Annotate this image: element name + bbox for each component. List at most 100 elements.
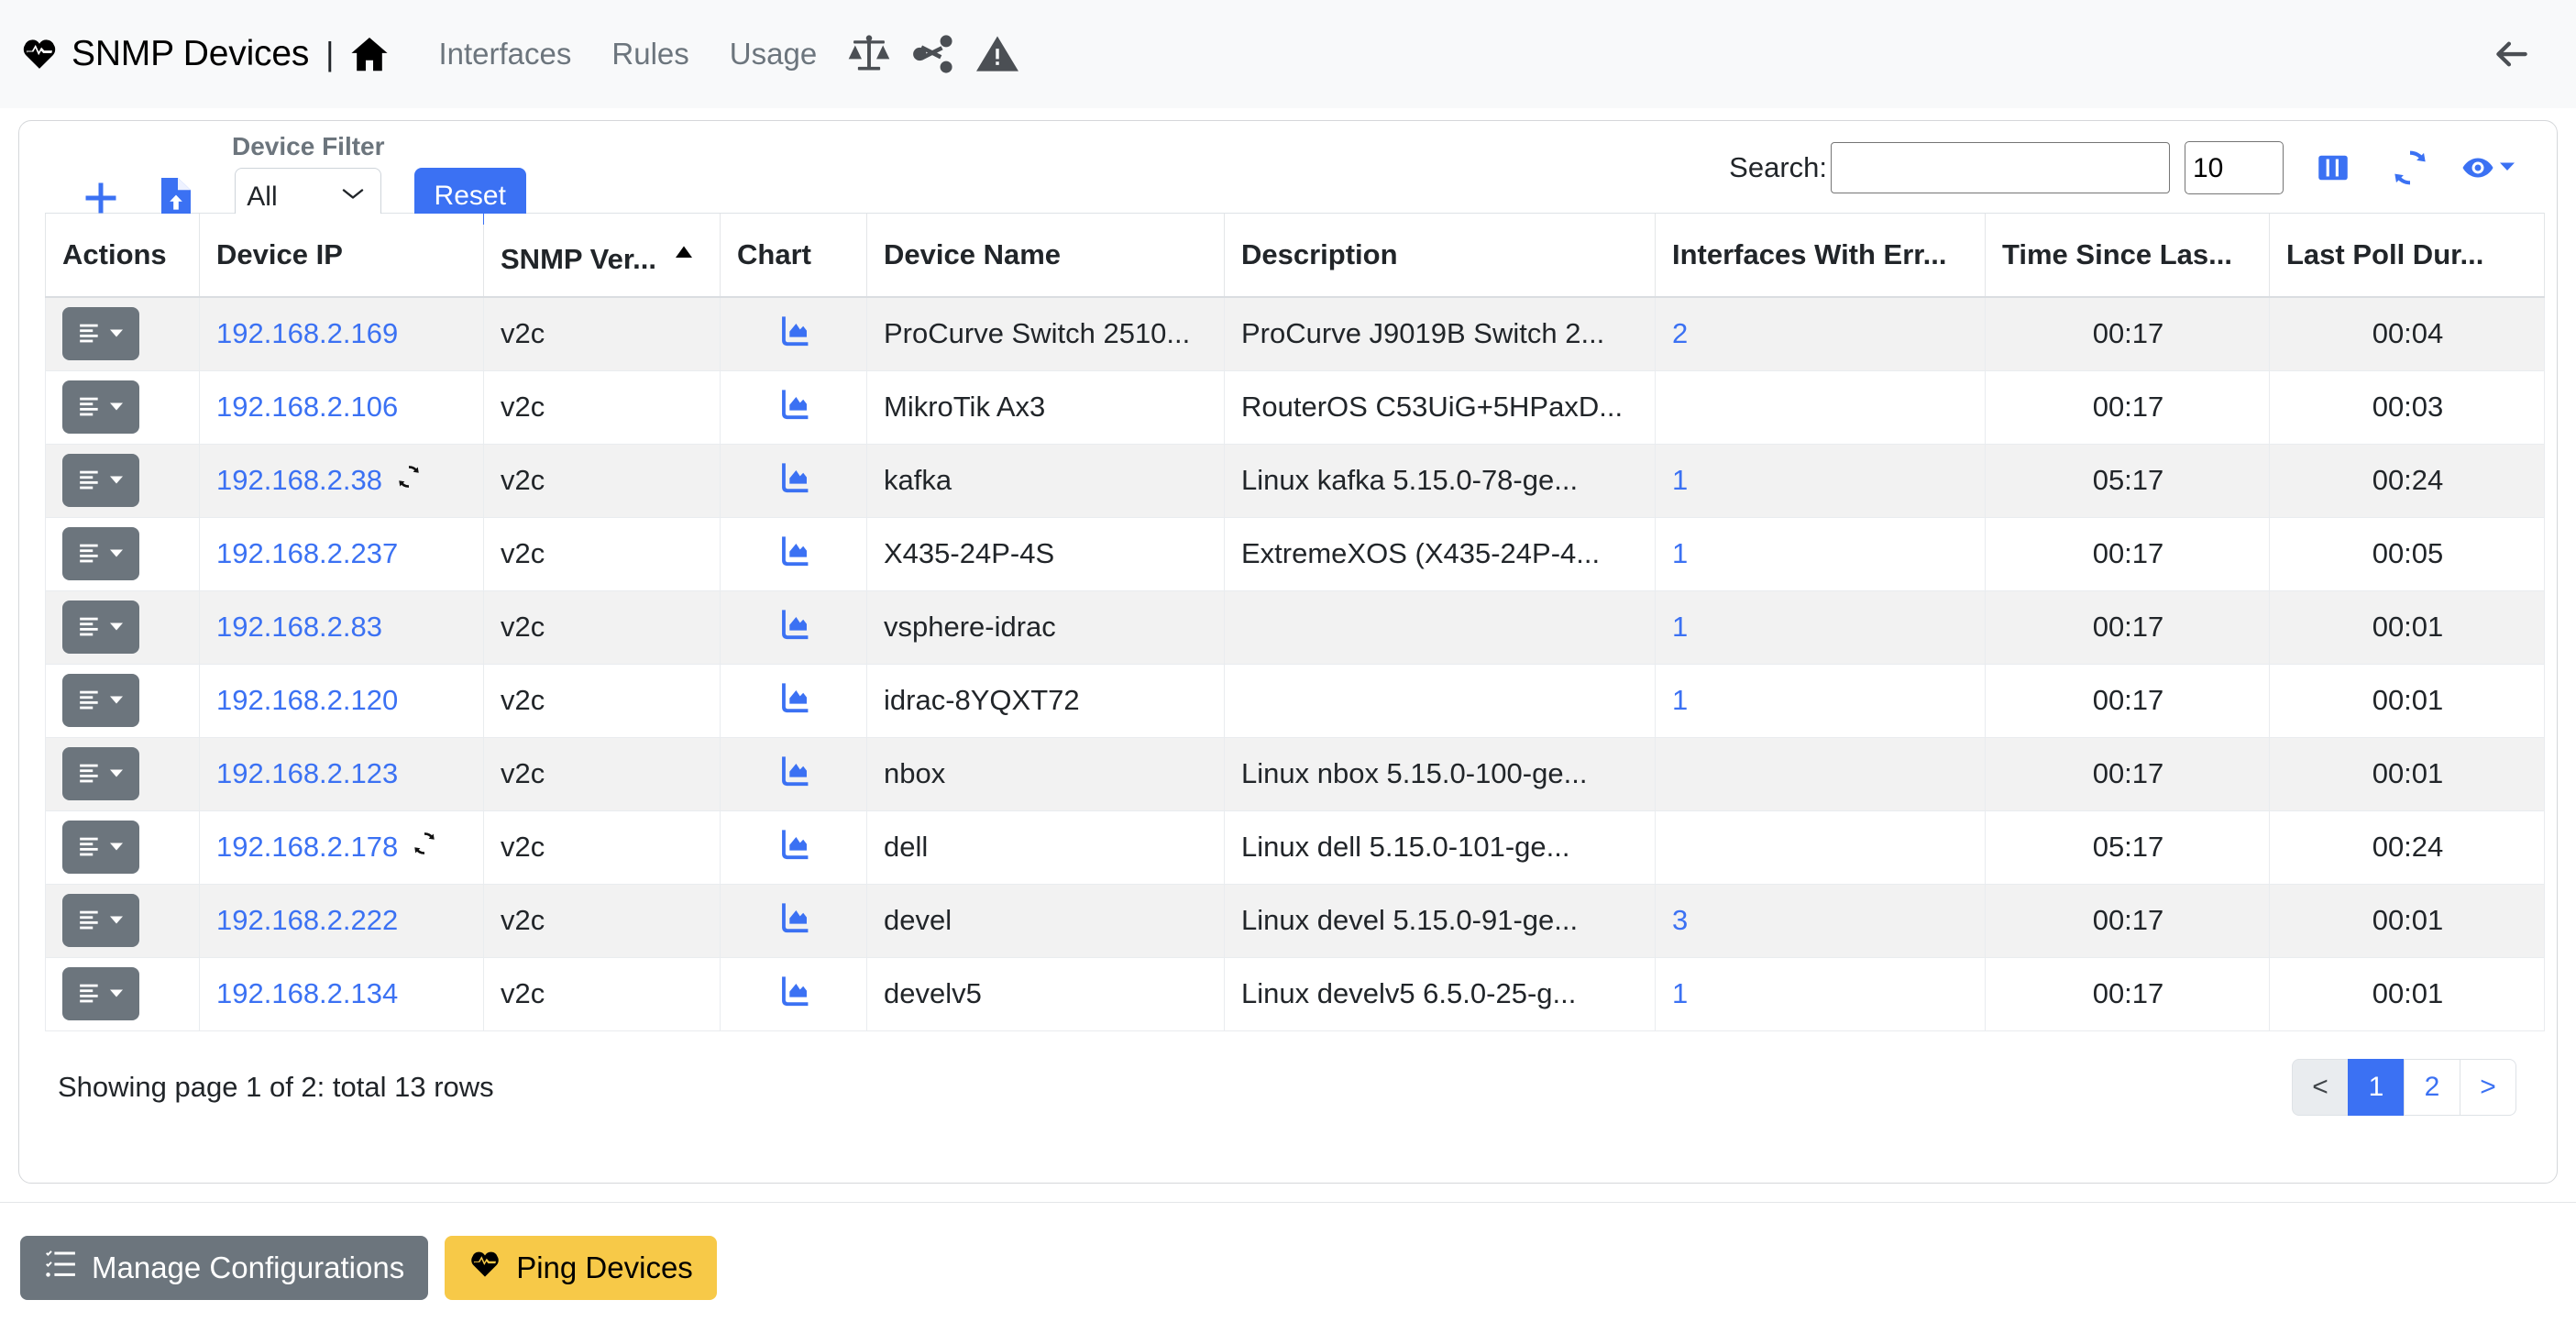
chart-icon[interactable] <box>777 316 812 354</box>
row-actions-button[interactable] <box>62 380 139 434</box>
device-ip-link[interactable]: 192.168.2.237 <box>216 537 398 570</box>
interface-errors-link[interactable]: 1 <box>1672 537 1688 569</box>
cell-actions <box>45 810 200 885</box>
cell-snmp-version: v2c <box>483 370 721 445</box>
manage-configurations-button[interactable]: Manage Configurations <box>20 1236 429 1300</box>
chart-icon[interactable] <box>777 390 812 427</box>
column-header-description[interactable]: Description <box>1224 213 1656 298</box>
sync-icon[interactable] <box>411 830 438 865</box>
home-icon[interactable] <box>348 33 391 75</box>
devices-table-wrap: Actions Device IP SNMP Ver... Chart Devi… <box>19 213 2557 1031</box>
column-header-snmp-version[interactable]: SNMP Ver... <box>483 213 721 298</box>
cell-actions <box>45 444 200 518</box>
sync-icon[interactable] <box>395 463 423 498</box>
column-header-last-poll-duration[interactable]: Last Poll Dur... <box>2269 213 2545 298</box>
cell-interfaces-with-errors: 1 <box>1655 957 1986 1031</box>
refresh-icon[interactable] <box>2383 141 2438 194</box>
chart-icon[interactable] <box>777 976 812 1014</box>
nav-link-interfaces[interactable]: Interfaces <box>418 37 591 72</box>
cell-snmp-version: v2c <box>483 884 721 958</box>
balance-scale-icon[interactable] <box>842 28 896 81</box>
interface-errors-link[interactable]: 3 <box>1672 904 1688 936</box>
row-actions-button[interactable] <box>62 894 139 947</box>
cell-snmp-version: v2c <box>483 444 721 518</box>
eye-icon[interactable] <box>2461 141 2516 194</box>
device-ip-link[interactable]: 192.168.2.83 <box>216 611 382 644</box>
columns-icon[interactable] <box>2306 141 2361 194</box>
interface-errors-link[interactable]: 1 <box>1672 684 1688 716</box>
device-ip-link[interactable]: 192.168.2.120 <box>216 684 398 717</box>
cell-actions <box>45 884 200 958</box>
cell-device-name: kafka <box>866 444 1225 518</box>
chevron-down-icon <box>109 767 124 781</box>
chart-icon[interactable] <box>777 756 812 794</box>
pagination-button-1[interactable]: 1 <box>2348 1058 2405 1116</box>
device-ip-link[interactable]: 192.168.2.222 <box>216 904 398 937</box>
column-header-time-since-last[interactable]: Time Since Las... <box>1985 213 2270 298</box>
cell-last-poll-duration: 00:04 <box>2269 297 2545 371</box>
chevron-down-icon <box>109 327 124 341</box>
device-ip-link[interactable]: 192.168.2.123 <box>216 757 398 790</box>
column-header-label: Description <box>1241 238 1398 270</box>
column-header-label: Time Since Las... <box>2002 238 2232 270</box>
chart-icon[interactable] <box>777 903 812 941</box>
cell-actions <box>45 737 200 811</box>
chart-icon[interactable] <box>777 536 812 574</box>
table-row: 192.168.2.38 v2c kafka Linux kafka 5.15.0-7… <box>45 444 2545 518</box>
row-actions-button[interactable] <box>62 747 139 800</box>
nav-link-usage[interactable]: Usage <box>710 37 837 72</box>
row-actions-button[interactable] <box>62 600 139 654</box>
row-actions-button[interactable] <box>62 967 139 1020</box>
chart-icon[interactable] <box>777 463 812 501</box>
column-header-device-name[interactable]: Device Name <box>866 213 1225 298</box>
column-header-device-ip[interactable]: Device IP <box>199 213 484 298</box>
chart-icon[interactable] <box>777 610 812 647</box>
row-actions-button[interactable] <box>62 527 139 580</box>
cell-description: RouterOS C53UiG+5HPaxD... <box>1224 370 1656 445</box>
interface-errors-link[interactable]: 1 <box>1672 977 1688 1009</box>
device-ip-link[interactable]: 192.168.2.38 <box>216 464 382 497</box>
search-input[interactable] <box>1831 142 2170 193</box>
cell-chart <box>720 444 867 518</box>
page-length-select[interactable]: 10 <box>2185 141 2284 194</box>
row-actions-button[interactable] <box>62 674 139 727</box>
row-actions-button[interactable] <box>62 307 139 361</box>
nav-link-rules[interactable]: Rules <box>591 37 709 72</box>
interface-errors-link[interactable]: 1 <box>1672 611 1688 643</box>
column-header-interfaces-with-errors[interactable]: Interfaces With Err... <box>1655 213 1986 298</box>
chevron-down-icon <box>109 474 124 488</box>
column-header-chart[interactable]: Chart <box>720 213 867 298</box>
row-actions-button[interactable] <box>62 454 139 507</box>
table-body: 192.168.2.169 v2c ProCurve Switch 2510... P… <box>45 297 2545 1031</box>
column-header-actions[interactable]: Actions <box>45 213 200 298</box>
list-icon <box>78 981 102 1008</box>
ping-devices-button[interactable]: Ping Devices <box>445 1236 717 1300</box>
chevron-down-icon <box>109 841 124 854</box>
warning-triangle-icon[interactable] <box>971 28 1024 81</box>
row-actions-button[interactable] <box>62 821 139 874</box>
interface-errors-link[interactable]: 1 <box>1672 464 1688 496</box>
cell-description: Linux dell 5.15.0-101-ge... <box>1224 810 1656 885</box>
cell-device-name: devel <box>866 884 1225 958</box>
brand[interactable]: SNMP Devices <box>20 34 309 74</box>
device-ip-link[interactable]: 192.168.2.169 <box>216 317 398 350</box>
list-icon <box>78 394 102 421</box>
chart-icon[interactable] <box>777 830 812 867</box>
device-ip-link[interactable]: 192.168.2.134 <box>216 977 398 1010</box>
device-filter-label: Device Filter <box>232 132 385 160</box>
cell-device-ip: 192.168.2.83 <box>199 590 484 665</box>
cell-interfaces-with-errors: 3 <box>1655 884 1986 958</box>
pagination-button-2[interactable]: 2 <box>2404 1058 2460 1116</box>
cell-device-name: X435-24P-4S <box>866 517 1225 591</box>
list-icon <box>78 834 102 861</box>
share-nodes-icon[interactable] <box>907 28 960 81</box>
pagination-button-next[interactable]: > <box>2460 1058 2516 1116</box>
device-ip-link[interactable]: 192.168.2.178 <box>216 831 398 864</box>
cell-device-name: nbox <box>866 737 1225 811</box>
chart-icon[interactable] <box>777 683 812 721</box>
search-label: Search: <box>1729 151 1827 183</box>
interface-errors-link[interactable]: 2 <box>1672 317 1688 349</box>
cell-snmp-version: v2c <box>483 590 721 665</box>
device-ip-link[interactable]: 192.168.2.106 <box>216 391 398 424</box>
arrow-left-icon[interactable] <box>2488 30 2536 78</box>
